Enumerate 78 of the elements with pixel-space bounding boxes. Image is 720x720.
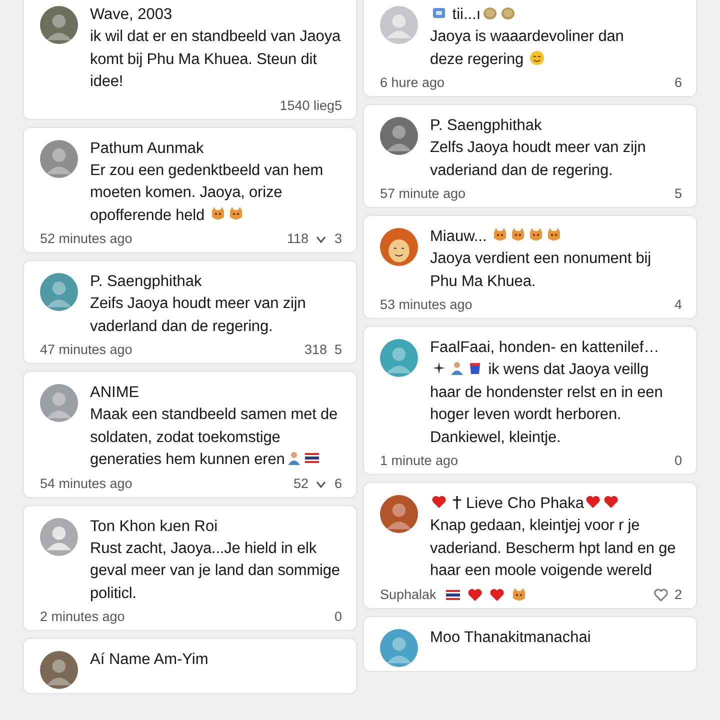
flag-icon <box>304 450 320 466</box>
avatar-photo[interactable] <box>380 339 418 377</box>
comment-text: Jaoya verdient een nonument bij Phu Ma Khuea. <box>430 250 651 290</box>
reaction-count: 3 <box>334 230 342 248</box>
avatar-photo[interactable] <box>40 6 78 44</box>
avatar-icon[interactable] <box>380 6 418 44</box>
cat-face-icon <box>228 206 244 222</box>
comment-text: deze regering <box>430 50 524 68</box>
avatar-photo[interactable] <box>40 140 78 178</box>
heart-icon <box>603 494 620 510</box>
cat-face-icon <box>546 227 562 243</box>
cup-icon <box>467 360 483 376</box>
cat-face-icon <box>210 206 226 222</box>
avatar-photo[interactable] <box>380 628 418 666</box>
smiley-icon <box>528 50 545 66</box>
comment-text: Zelfs Jaoya houdt meer van zijn vaderiand dan de regering. <box>430 139 646 178</box>
comment-time: 52 minutes ago <box>40 230 132 248</box>
avatar-photo[interactable] <box>40 651 78 689</box>
reaction-count: 6 <box>334 474 342 492</box>
badge-icon <box>431 5 447 21</box>
heart-icon <box>585 494 602 510</box>
commenter-name: ANIME <box>90 384 140 401</box>
avatar-photo[interactable] <box>380 495 418 533</box>
commenter-name: Lieve Cho Phaka <box>466 495 584 512</box>
comment-text: generaties hem kunnen eren <box>90 451 285 468</box>
commenter-name: FaalFaai, honden- en kattenilef… <box>430 339 660 356</box>
reaction-count: 0 <box>334 608 342 626</box>
comment-time: Suphalak <box>380 586 438 604</box>
reaction-count: 5 <box>674 185 682 203</box>
comment-text: haar de hondenster relst en in een hoger leven wordt herboren. Dankiewel, kleintje. <box>430 384 663 446</box>
reaction-count: 4 <box>674 296 682 314</box>
commenter-name: Pathum Aunmak <box>90 140 204 156</box>
avatar-icon[interactable] <box>40 518 78 556</box>
commenter-name: Ton Khon kɹen Roi <box>90 518 218 534</box>
commenter-name: Miauw... <box>430 228 488 245</box>
comment-time: 2 minutes ago <box>40 608 125 626</box>
reaction-count: 0 <box>674 452 682 470</box>
reaction-count: 52 <box>293 474 308 492</box>
commenter-name: Moo Thanakitmanachai <box>430 628 591 646</box>
comment-text: ik wil dat er en standbeeld van Jaoya komt bij Phu Ma Khuea. Steun dit idee! <box>90 28 340 90</box>
commenter-name: P. Saengphithak <box>90 273 202 290</box>
coin-icon <box>482 5 498 21</box>
commenter-name: Wave, 2003 <box>90 6 172 23</box>
comment-text: ik wens dat Jaoya veillg <box>487 361 649 378</box>
cat-face-icon <box>528 227 544 243</box>
comment-time: 53 minutes ago <box>380 296 472 314</box>
comment-text: opofferende held <box>90 206 206 224</box>
reaction-count: 318 5 <box>304 341 342 359</box>
cat-face-icon <box>511 586 528 602</box>
comment-time: 1 minute ago <box>380 452 458 470</box>
heart-icon <box>467 586 484 602</box>
comment-time: 6 hure ago <box>380 74 445 92</box>
reaction-count: 118 <box>286 230 308 248</box>
coin-icon <box>500 5 516 21</box>
comment-text: Zeifs Jaoya houdt meer van zijn vaderland dan de regering. <box>90 295 306 334</box>
cartoon-avatar[interactable] <box>380 228 418 266</box>
cat-face-icon <box>510 227 526 243</box>
heart-icon <box>431 494 447 510</box>
heart-icon <box>653 586 670 602</box>
person-icon <box>286 450 302 466</box>
comment-time: 47 minutes ago <box>40 341 132 359</box>
comment-text: Rust zacht, Jaoya...Je hield in elk geval meer van je land dan sommige politicl. <box>90 540 340 602</box>
avatar-photo[interactable] <box>380 117 418 155</box>
commenter-name: tii...ı <box>451 6 481 23</box>
comment-time: 54 minutes ago <box>40 474 132 492</box>
person-icon <box>449 360 465 376</box>
comment-time: 57 minute ago <box>380 185 466 203</box>
avatar-photo[interactable] <box>40 384 78 422</box>
commenter-name: Aí Name Am-Yim <box>90 651 208 668</box>
reaction-count: 1540 lieg5 <box>280 96 342 114</box>
cat-face-icon <box>492 227 508 243</box>
heart-icon <box>489 586 506 602</box>
avatar-photo[interactable] <box>40 273 78 311</box>
commenter-name: P. Saengphithak <box>430 117 542 134</box>
reaction-count: 2 <box>674 586 682 604</box>
comment-text: Jaoya is waaardevoliner dan <box>430 28 624 45</box>
reaction-count: 6 <box>674 74 682 92</box>
comment-text: Knap gedaan, kleintjej voor r je vaderiand. Bescherm hpt land en ge haar een moole voigende wereld <box>430 517 676 579</box>
